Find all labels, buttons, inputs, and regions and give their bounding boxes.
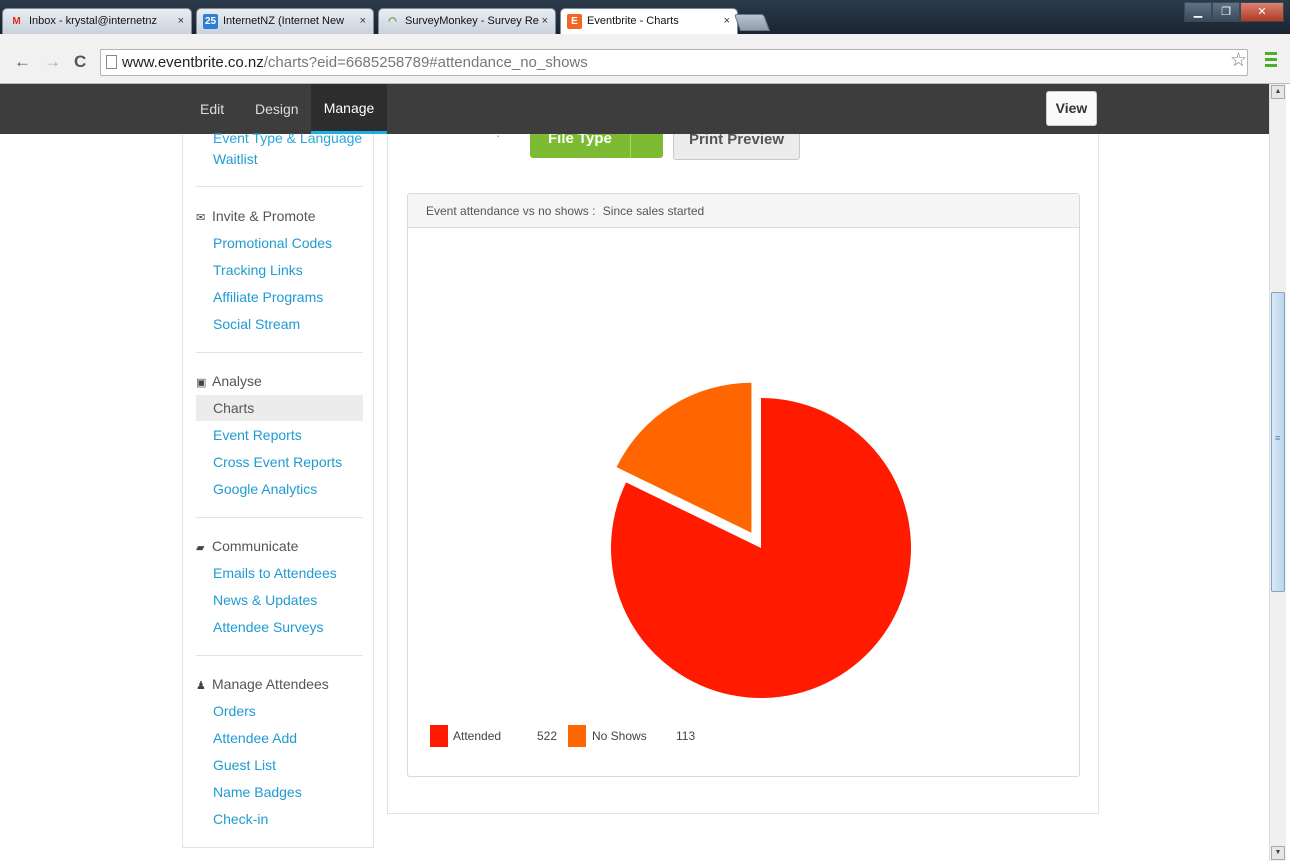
tab-label: SurveyMonkey - Survey Re [405,15,539,27]
sidebar-item-tracking-links[interactable]: Tracking Links [213,262,303,278]
eventbrite-topnav: Edit Design Manage View [0,84,1269,134]
people-icon: ♟ [196,680,206,692]
new-tab-button[interactable] [733,14,771,31]
tab-label: InternetNZ (Internet New [223,15,345,27]
chart-date-range[interactable]: Since sales started [603,204,704,218]
scroll-up-arrow-icon[interactable]: ▲ [1271,85,1285,99]
legend-value-attended: 522 [537,729,558,743]
browser-titlebar: M Inbox - krystal@internetnz × 25 Intern… [0,0,1290,35]
file-type-dropdown[interactable]: File Type [530,134,663,158]
sidebar-item-orders[interactable]: Orders [213,703,256,719]
sidebar-item-news-updates[interactable]: News & Updates [213,592,317,608]
sidebar-item-attendee-add[interactable]: Attendee Add [213,730,297,746]
browser-tab-surveymonkey[interactable]: ◠ SurveyMonkey - Survey Re × [378,8,556,34]
separator-dot: · [496,128,501,143]
sidebar-item-name-badges[interactable]: Name Badges [213,784,302,800]
sidebar-section-analyse: ▣ Analyse [196,373,262,389]
legend-label-attended: Attended [453,729,502,743]
envelope-icon: ✉ [196,212,206,224]
nav-manage[interactable]: Manage [311,84,387,134]
scrollbar-thumb[interactable]: ≡ [1271,292,1285,592]
sidebar-item-promotional-codes[interactable]: Promotional Codes [213,235,332,251]
url-domain: www.eventbrite.co.nz [122,54,264,71]
page-icon [106,55,117,69]
sidebar-item-waitlist[interactable]: Waitlist [213,151,258,167]
surveymonkey-icon: ◠ [388,16,397,27]
sidebar-divider [196,352,363,353]
browser-tab-gmail[interactable]: M Inbox - krystal@internetnz × [2,8,192,34]
legend-label-no-shows: No Shows [592,729,647,743]
attendance-pie-chart [611,382,911,698]
close-icon[interactable]: × [360,9,366,33]
url-path: /charts?eid=6685258789#attendance_no_sho… [263,54,588,71]
file-type-label: File Type [548,134,612,147]
calendar-icon: 25 [203,14,218,29]
sidebar-item-emails-to-attendees[interactable]: Emails to Attendees [213,565,337,581]
presentation-icon: ▣ [196,377,207,389]
maximize-icon[interactable]: ❐ [1212,2,1240,22]
sidebar-section-communicate: ▰ Communicate [196,538,299,554]
minimize-icon[interactable]: ▁ [1184,2,1212,22]
bookmark-star-icon[interactable]: ☆ [1230,49,1247,72]
sidebar-item-affiliate-programs[interactable]: Affiliate Programs [213,289,323,305]
window-close-icon[interactable]: ✕ [1240,2,1284,22]
browser-menu-icon[interactable] [1265,52,1277,70]
browser-tab-internetnz[interactable]: 25 InternetNZ (Internet New × [196,8,374,34]
sidebar-item-event-type[interactable]: Event Type & Language [213,130,362,146]
chart-panel-header: Event attendance vs no shows : Since sal… [408,194,1079,228]
vertical-scrollbar[interactable]: ▲ ≡ ▼ [1269,84,1286,861]
nav-edit[interactable]: Edit [185,84,238,134]
sidebar-item-charts[interactable]: Charts [213,400,254,416]
chart-panel-title: Event attendance vs no shows : [426,204,596,218]
eventbrite-icon: E [567,14,582,29]
close-icon[interactable]: × [542,9,548,33]
scroll-down-arrow-icon[interactable]: ▼ [1271,846,1285,860]
gmail-icon: M [12,16,21,27]
sidebar-item-cross-event-reports[interactable]: Cross Event Reports [213,454,342,470]
sidebar-section-invite-promote: ✉ Invite & Promote [196,208,316,224]
legend-swatch-attended [430,725,448,747]
sidebar-divider [196,655,363,656]
chat-icon: ▰ [196,542,205,554]
print-preview-button[interactable]: Print Preview [673,134,800,160]
browser-tab-eventbrite[interactable]: E Eventbrite - Charts × [560,8,738,35]
tab-label: Inbox - krystal@internetnz [29,15,157,27]
legend-value-no-shows: 113 [676,729,696,743]
back-arrow-icon[interactable]: ← [14,52,31,72]
sidebar-item-event-reports[interactable]: Event Reports [213,427,302,443]
legend-swatch-no-shows [568,725,586,747]
sidebar-divider [196,517,363,518]
tab-label: Eventbrite - Charts [587,15,679,27]
dropdown-divider [630,134,631,158]
reload-icon[interactable]: C [74,52,86,72]
nav-design[interactable]: Design [241,84,313,134]
address-bar[interactable]: www.eventbrite.co.nz/charts?eid=66852587… [100,49,1248,76]
sidebar-divider [196,186,363,187]
close-icon[interactable]: × [724,9,730,33]
sidebar-item-guest-list[interactable]: Guest List [213,757,276,773]
sidebar-item-social-stream[interactable]: Social Stream [213,316,300,332]
sidebar-item-google-analytics[interactable]: Google Analytics [213,481,317,497]
sidebar-item-check-in[interactable]: Check-in [213,811,268,827]
close-icon[interactable]: × [178,9,184,33]
sidebar-item-attendee-surveys[interactable]: Attendee Surveys [213,619,324,635]
view-button[interactable]: View [1046,91,1097,126]
window-controls: ▁ ❐ ✕ [1184,2,1284,22]
manage-sidebar: Event Type & Language Waitlist ✉ Invite &… [182,130,374,848]
sidebar-section-manage-attendees: ♟ Manage Attendees [196,676,329,692]
forward-arrow-icon[interactable]: → [44,52,61,72]
